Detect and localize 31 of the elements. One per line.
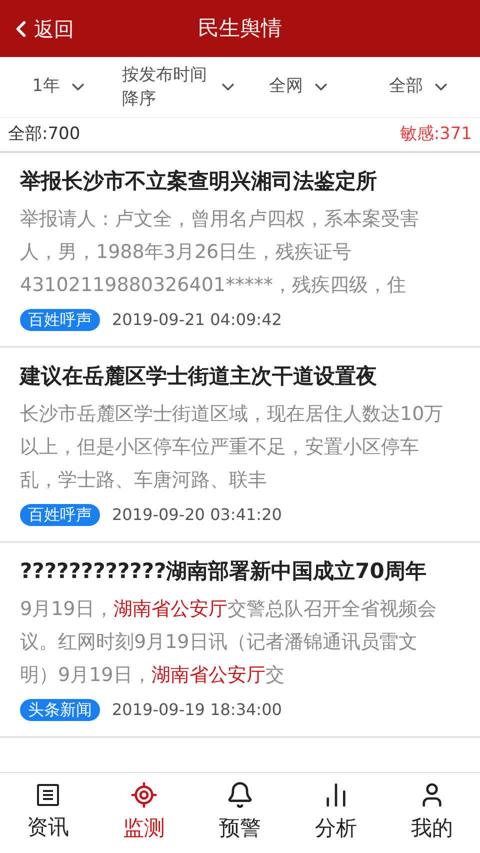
article-summary: 举报请人：卢文全，曾用名卢四权，系本案受害人，男，1988年3月26日生，残疾证号43102119880326401*****，残疾四级，住	[20, 207, 420, 298]
filter-dropdown[interactable]: 全网	[240, 74, 360, 100]
article-title: 建议在岳麓区学士街道主次干道设置夜	[20, 363, 378, 390]
news-icon	[35, 782, 61, 808]
filter-dropdown[interactable]: 全部	[360, 74, 480, 100]
category-tag: 头条新闻	[20, 699, 100, 721]
category-tag: 百姓呼声	[20, 309, 100, 331]
sensitive-count: 敏感:371	[400, 122, 472, 146]
nav-tab[interactable]: 分析	[288, 773, 384, 853]
total-count: 全部:700	[8, 122, 80, 146]
article-summary: 长沙市岳麓区学士街道区域，现在居住人数达10万以上，但是小区停车位严重不足，安置小区停车乱，学士路、车唐河路、联丰	[20, 402, 444, 493]
article-card[interactable]: 建议在岳麓区学士街道主次干道设置夜 长沙市岳麓区学士街道区域，现在居住人数达10万以上，但是小区停车位严重不足，安置小区停车乱，学士路、车唐河路、联丰 百姓呼声 2019-09-20 03:41:20	[0, 348, 480, 543]
filter-dropdown[interactable]: 1年	[0, 74, 120, 100]
back-button[interactable]: 返回	[0, 14, 74, 44]
nav-tab[interactable]: 资讯	[0, 773, 96, 853]
target-icon	[130, 781, 158, 810]
article-card[interactable]: ????????????湖南部署新中国成立70周年 9月19日，湖南省公安厅交警总队召开全省视频会议。红网时刻9月19日讯（记者潘锦通讯员雷文明）9月19日，湖南省公安厅交 头条新闻 2019-09-19 18:34:00	[0, 543, 480, 738]
article-card[interactable]: 举报长沙市不立案查明兴湘司法鉴定所 举报请人：卢文全，曾用名卢四权，系本案受害人，男，1988年3月26日生，残疾证号43102119880326401*****，残疾四级，住 百姓呼声 2019-09-21 04:09:42	[0, 153, 480, 348]
page-title: 民生舆情	[198, 14, 282, 42]
publish-time: 2019-09-20 03:41:20	[112, 504, 282, 526]
article-title: 举报长沙市不立案查明兴湘司法鉴定所	[20, 168, 378, 195]
category-tag: 百姓呼声	[20, 504, 100, 526]
filter-dropdown[interactable]: 按发布时间降序	[120, 63, 240, 111]
article-summary: 9月19日，湖南省公安厅交警总队召开全省视频会议。红网时刻9月19日讯（记者潘锦通讯员雷文明）9月19日，湖南省公安厅交	[20, 597, 438, 688]
article-title: ????????????湖南部署新中国成立70周年	[20, 558, 428, 585]
publish-time: 2019-09-21 04:09:42	[112, 309, 282, 331]
bell-icon	[226, 781, 254, 810]
nav-tab[interactable]: 预警	[192, 773, 288, 853]
publish-time: 2019-09-19 18:34:00	[112, 699, 282, 721]
nav-tab[interactable]: 我的	[384, 773, 480, 853]
nav-tab[interactable]: 监测	[96, 773, 192, 853]
